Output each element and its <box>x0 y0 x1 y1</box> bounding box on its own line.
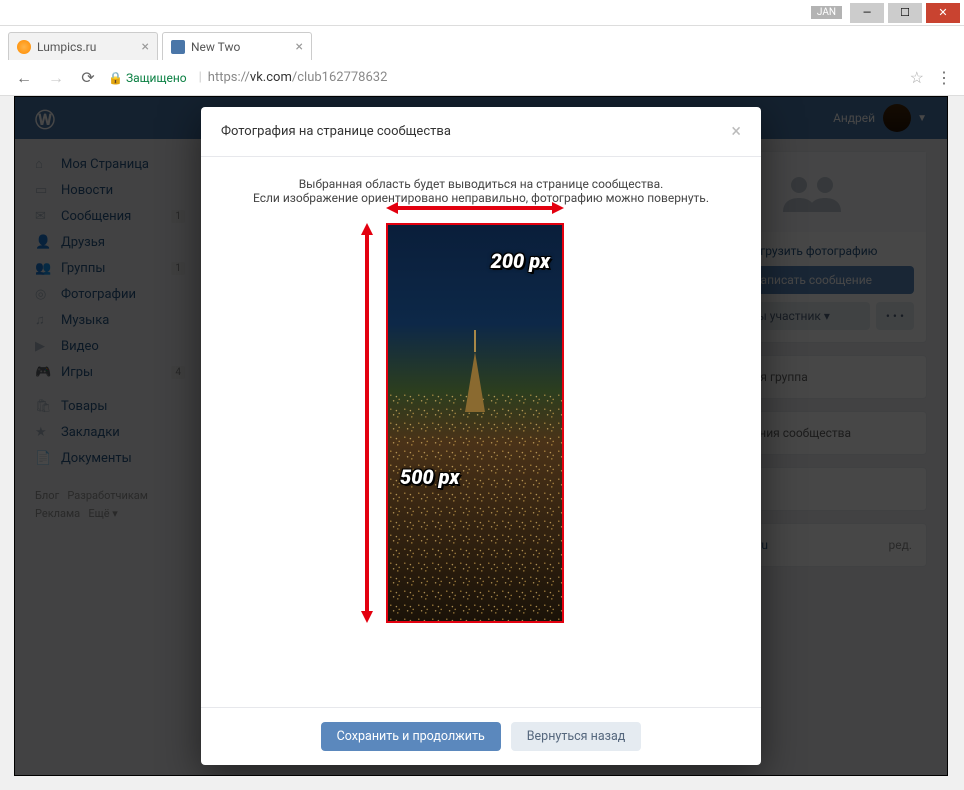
address-bar: ← → ⟳ 🔒 Защищено | https://vk.com/club16… <box>0 60 964 96</box>
back-button[interactable]: ← <box>12 66 36 90</box>
os-title-bar: JAN — ☐ ✕ <box>0 0 964 26</box>
forward-button[interactable]: → <box>44 66 68 90</box>
reload-button[interactable]: ⟳ <box>76 66 100 90</box>
url-text: https://vk.com/club162778632 <box>208 70 388 85</box>
modal-text-line1: Выбранная область будет выводиться на ст… <box>299 177 664 191</box>
save-continue-button[interactable]: Сохранить и продолжить <box>321 722 501 751</box>
modal-overlay[interactable]: Фотография на странице сообщества × Выбр… <box>15 97 947 775</box>
crop-image[interactable]: 200 px 500 px <box>386 223 564 623</box>
modal-close-icon[interactable]: × <box>731 121 741 142</box>
page-viewport: Ⓦ Андрей ▼ ⌂Моя Страница▭Новости✉Сообщен… <box>14 96 948 776</box>
photo-crop-modal: Фотография на странице сообщества × Выбр… <box>201 107 761 765</box>
browser-tab[interactable]: Lumpics.ru × <box>8 32 158 60</box>
modal-title: Фотография на странице сообщества <box>221 124 451 139</box>
browser-tab[interactable]: New Two × <box>162 32 312 60</box>
modal-header: Фотография на странице сообщества × <box>201 107 761 157</box>
height-arrow-icon <box>360 223 374 623</box>
tab-title: New Two <box>191 40 240 54</box>
go-back-button[interactable]: Вернуться назад <box>511 722 642 751</box>
tab-close-icon[interactable]: × <box>296 39 303 55</box>
favicon-icon <box>171 40 185 54</box>
favicon-icon <box>17 40 31 54</box>
window-close-button[interactable]: ✕ <box>926 3 960 23</box>
modal-footer: Сохранить и продолжить Вернуться назад <box>201 707 761 765</box>
url-field[interactable]: 🔒 Защищено | https://vk.com/club16277863… <box>108 70 902 85</box>
lock-icon: 🔒 Защищено <box>108 71 187 85</box>
tab-close-icon[interactable]: × <box>142 39 149 55</box>
crop-area[interactable]: 200 px 500 px <box>386 223 576 623</box>
maximize-button[interactable]: ☐ <box>888 3 922 23</box>
width-dimension-label: 200 px <box>491 249 550 273</box>
tab-strip: Lumpics.ru × New Two × <box>0 26 964 60</box>
modal-body: Выбранная область будет выводиться на ст… <box>201 157 761 707</box>
width-arrow-icon <box>386 201 564 215</box>
height-dimension-label: 500 px <box>400 465 459 489</box>
bookmark-star-icon[interactable]: ☆ <box>910 68 924 87</box>
minimize-button[interactable]: — <box>850 3 884 23</box>
tab-title: Lumpics.ru <box>37 40 96 54</box>
title-bar-name: JAN <box>811 6 842 19</box>
browser-menu-icon[interactable]: ⋮ <box>936 68 952 87</box>
